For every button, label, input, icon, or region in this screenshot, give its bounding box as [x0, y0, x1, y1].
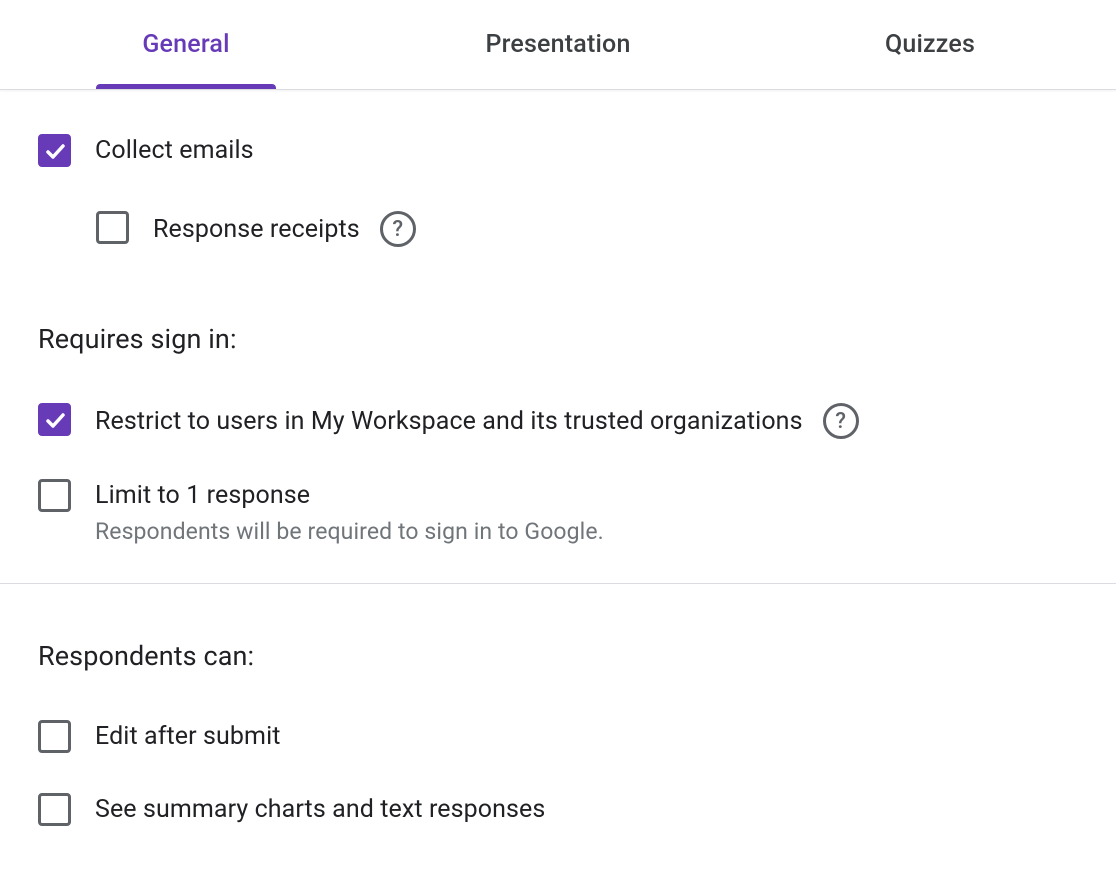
checkbox-limit-response[interactable]	[38, 479, 71, 512]
checkbox-see-summary[interactable]	[38, 793, 71, 826]
settings-content: Collect emails Response receipts ? Requi…	[0, 90, 1116, 826]
tab-presentation[interactable]: Presentation	[372, 0, 744, 89]
label-restrict-users: Restrict to users in My Workspace and it…	[95, 405, 803, 438]
checkbox-collect-emails[interactable]	[38, 134, 71, 167]
checkbox-restrict-users[interactable]	[38, 403, 71, 436]
label-response-receipts: Response receipts	[153, 213, 360, 246]
checkbox-response-receipts[interactable]	[96, 211, 129, 244]
section-respondents-can: Respondents can:	[38, 640, 1078, 672]
help-icon[interactable]: ?	[823, 403, 859, 439]
tab-general[interactable]: General	[0, 0, 372, 89]
help-icon[interactable]: ?	[380, 211, 416, 247]
tab-quizzes[interactable]: Quizzes	[744, 0, 1116, 89]
section-requires-sign-in: Requires sign in:	[38, 323, 1078, 355]
divider	[0, 583, 1116, 584]
label-edit-after-submit: Edit after submit	[95, 720, 281, 753]
checkbox-edit-after-submit[interactable]	[38, 720, 71, 753]
label-limit-response: Limit to 1 response	[95, 479, 604, 512]
label-see-summary: See summary charts and text responses	[95, 793, 545, 826]
sublabel-limit-response: Respondents will be required to sign in …	[95, 518, 604, 545]
settings-tabs: General Presentation Quizzes	[0, 0, 1116, 90]
label-collect-emails: Collect emails	[95, 134, 254, 167]
